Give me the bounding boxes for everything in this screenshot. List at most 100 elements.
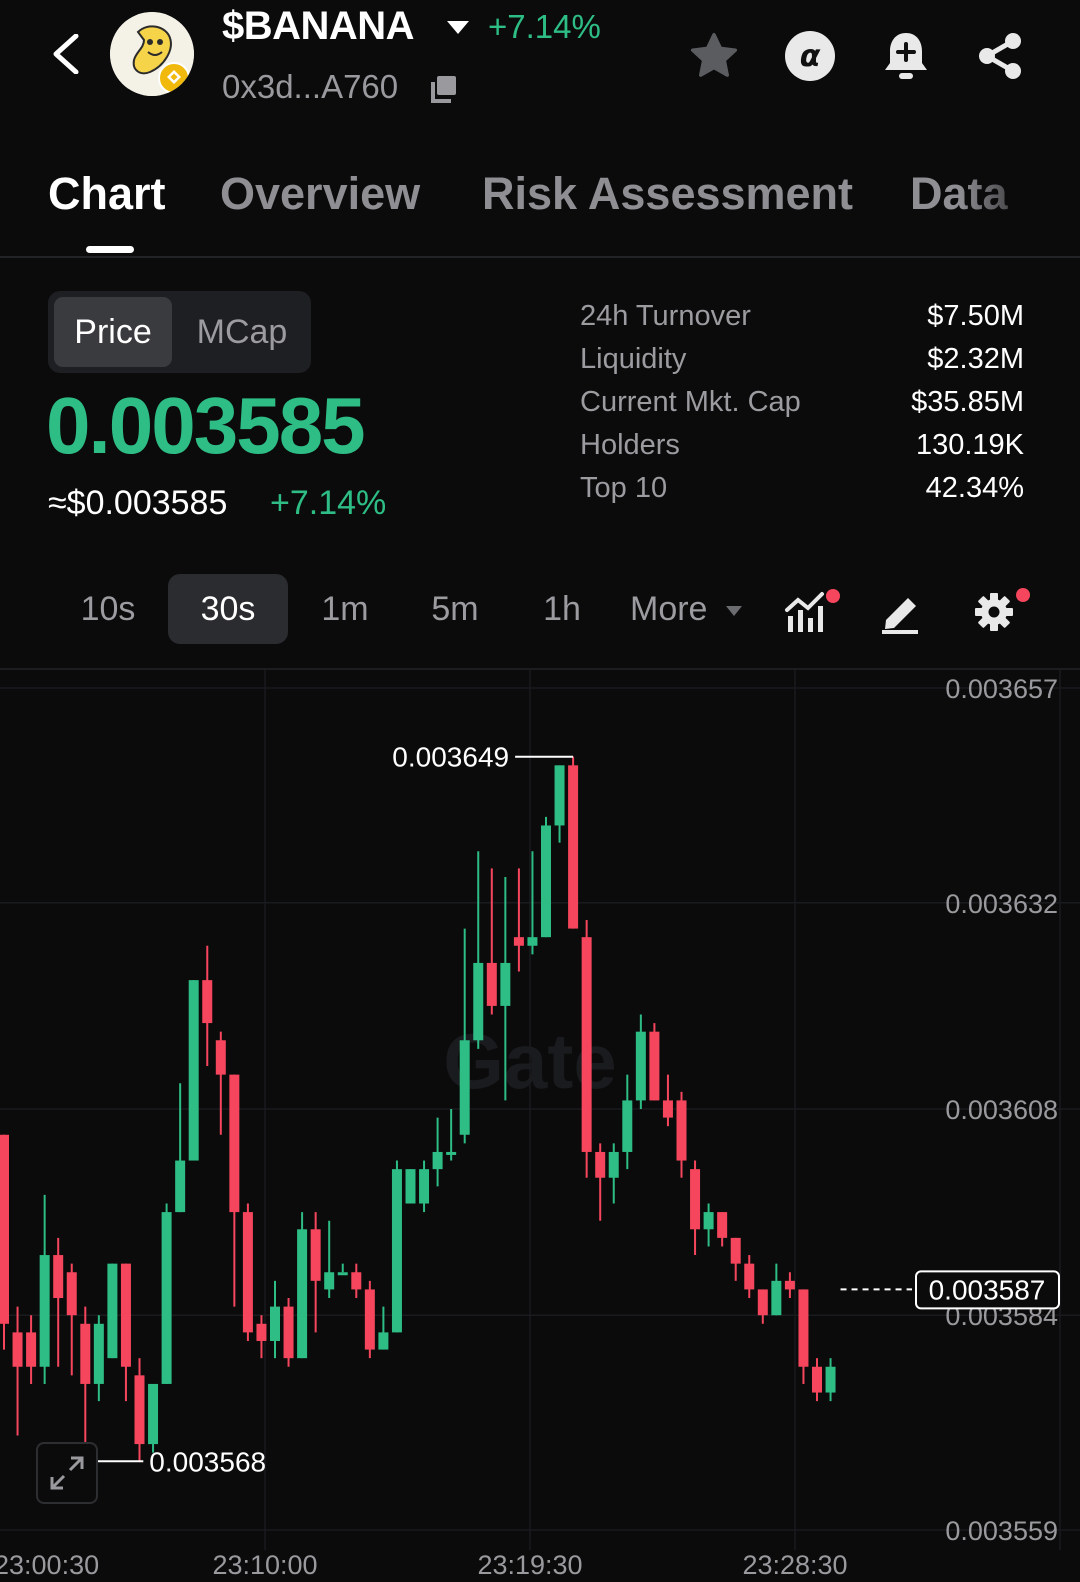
stat-label: Liquidity [580, 343, 687, 375]
indicators-button[interactable] [784, 586, 840, 636]
candle [39, 1194, 50, 1384]
interval-5m[interactable]: 5m [410, 574, 500, 644]
candle-body [527, 937, 538, 946]
draw-button[interactable] [876, 586, 926, 636]
candle-body [202, 980, 213, 1024]
stat-value: $2.32M [927, 343, 1024, 375]
candle-body [757, 1289, 768, 1316]
candle-body [242, 1212, 253, 1333]
candle [66, 1263, 77, 1376]
candle [825, 1358, 836, 1402]
header-change: +7.14% [488, 8, 601, 45]
token-avatar [110, 12, 194, 96]
candle [12, 1306, 23, 1436]
x-tick-label: 23:28:30 [742, 1550, 847, 1580]
back-button[interactable] [48, 33, 88, 75]
candle-body [39, 1255, 50, 1367]
candle-body [405, 1169, 416, 1204]
candle-body [730, 1237, 741, 1264]
candle-body [486, 962, 497, 1006]
copy-icon[interactable] [428, 74, 458, 109]
tab-risk-assessment[interactable]: Risk Assessment [482, 168, 853, 220]
candle-body [351, 1272, 362, 1290]
candle [744, 1255, 755, 1299]
candle [175, 1083, 186, 1213]
chart-settings-button[interactable] [970, 582, 1030, 632]
tab-chart[interactable]: Chart [48, 168, 166, 220]
interval-1m[interactable]: 1m [302, 574, 388, 644]
favorite-button[interactable] [686, 28, 742, 84]
candle [771, 1263, 782, 1316]
candle [812, 1358, 822, 1402]
candle [378, 1306, 389, 1350]
price-alert-button[interactable] [878, 28, 934, 84]
stat-label: Current Mkt. Cap [580, 386, 801, 418]
candle [703, 1203, 714, 1247]
interval-more[interactable]: More [630, 574, 760, 644]
candle-body [568, 765, 579, 929]
token-name[interactable]: $BANANA [222, 4, 415, 49]
candle-body [161, 1212, 172, 1384]
bell-plus-icon [885, 33, 927, 79]
candle [188, 980, 199, 1161]
stat-row: Holders 130.19K [580, 429, 1024, 472]
candle [107, 1263, 118, 1359]
toggle-mcap[interactable]: MCap [178, 297, 306, 367]
candle [635, 1014, 646, 1109]
interval-10s[interactable]: 10s [62, 574, 154, 644]
fullscreen-button[interactable] [36, 1442, 98, 1504]
candle [419, 1160, 430, 1213]
candle [662, 1074, 673, 1127]
candle [148, 1383, 159, 1453]
candle-body [175, 1160, 186, 1213]
candle-body [717, 1212, 728, 1238]
tab-overview[interactable]: Overview [220, 168, 420, 220]
candle [554, 765, 565, 843]
candle-body [473, 962, 484, 1041]
star-icon [690, 32, 738, 77]
candle-body [622, 1100, 633, 1152]
pencil-icon [882, 598, 918, 634]
candle-body [798, 1289, 809, 1367]
stat-value: 42.34% [925, 472, 1024, 504]
candlestick-chart[interactable]: Gate 0.003657 0.003632 0.003608 0.003584 0.0… [0, 668, 1080, 1582]
candle-body [432, 1151, 443, 1170]
y-tick-label: 0.003608 [945, 1095, 1058, 1125]
candle-body [500, 962, 511, 1006]
candle [53, 1237, 64, 1367]
toggle-price[interactable]: Price [54, 297, 172, 367]
candle-body [256, 1323, 267, 1341]
candle-body [554, 765, 565, 826]
interval-30s[interactable]: 30s [168, 574, 288, 644]
share-button[interactable] [972, 28, 1028, 84]
stat-value: 130.19K [915, 429, 1024, 461]
candle [297, 1212, 308, 1359]
candle-body [297, 1229, 308, 1359]
chart-canvas[interactable]: Gate 0.0036570.0036320.0036080.0035840.0… [0, 670, 1080, 1582]
candle [229, 1074, 240, 1307]
candle-body [12, 1332, 23, 1367]
current-price: 0.003585 [46, 381, 366, 470]
candle-body [364, 1289, 375, 1350]
tab-data[interactable]: Data [910, 168, 1008, 220]
candle-body [270, 1306, 280, 1341]
caret-down-icon[interactable] [446, 20, 470, 41]
y-tick-label: 0.003559 [945, 1516, 1058, 1546]
interval-1h[interactable]: 1h [522, 574, 602, 644]
candle-body [581, 937, 592, 1152]
candle [622, 1074, 633, 1170]
candle-body [337, 1272, 348, 1276]
stat-value: $7.50M [927, 300, 1024, 332]
x-tick-label: 23:19:30 [477, 1550, 582, 1580]
candle-body [419, 1169, 430, 1204]
high-price-label: 0.003649 [392, 742, 509, 773]
candle [595, 1143, 606, 1221]
candle-body [812, 1366, 822, 1393]
candle-body [446, 1151, 457, 1155]
candle [608, 1143, 619, 1204]
alpha-button[interactable]: α [782, 28, 838, 84]
market-stats: 24h Turnover $7.50M Liquidity $2.32M Cur… [580, 300, 1024, 515]
candle-body [53, 1255, 64, 1299]
candle [717, 1212, 728, 1247]
candle [80, 1306, 91, 1462]
